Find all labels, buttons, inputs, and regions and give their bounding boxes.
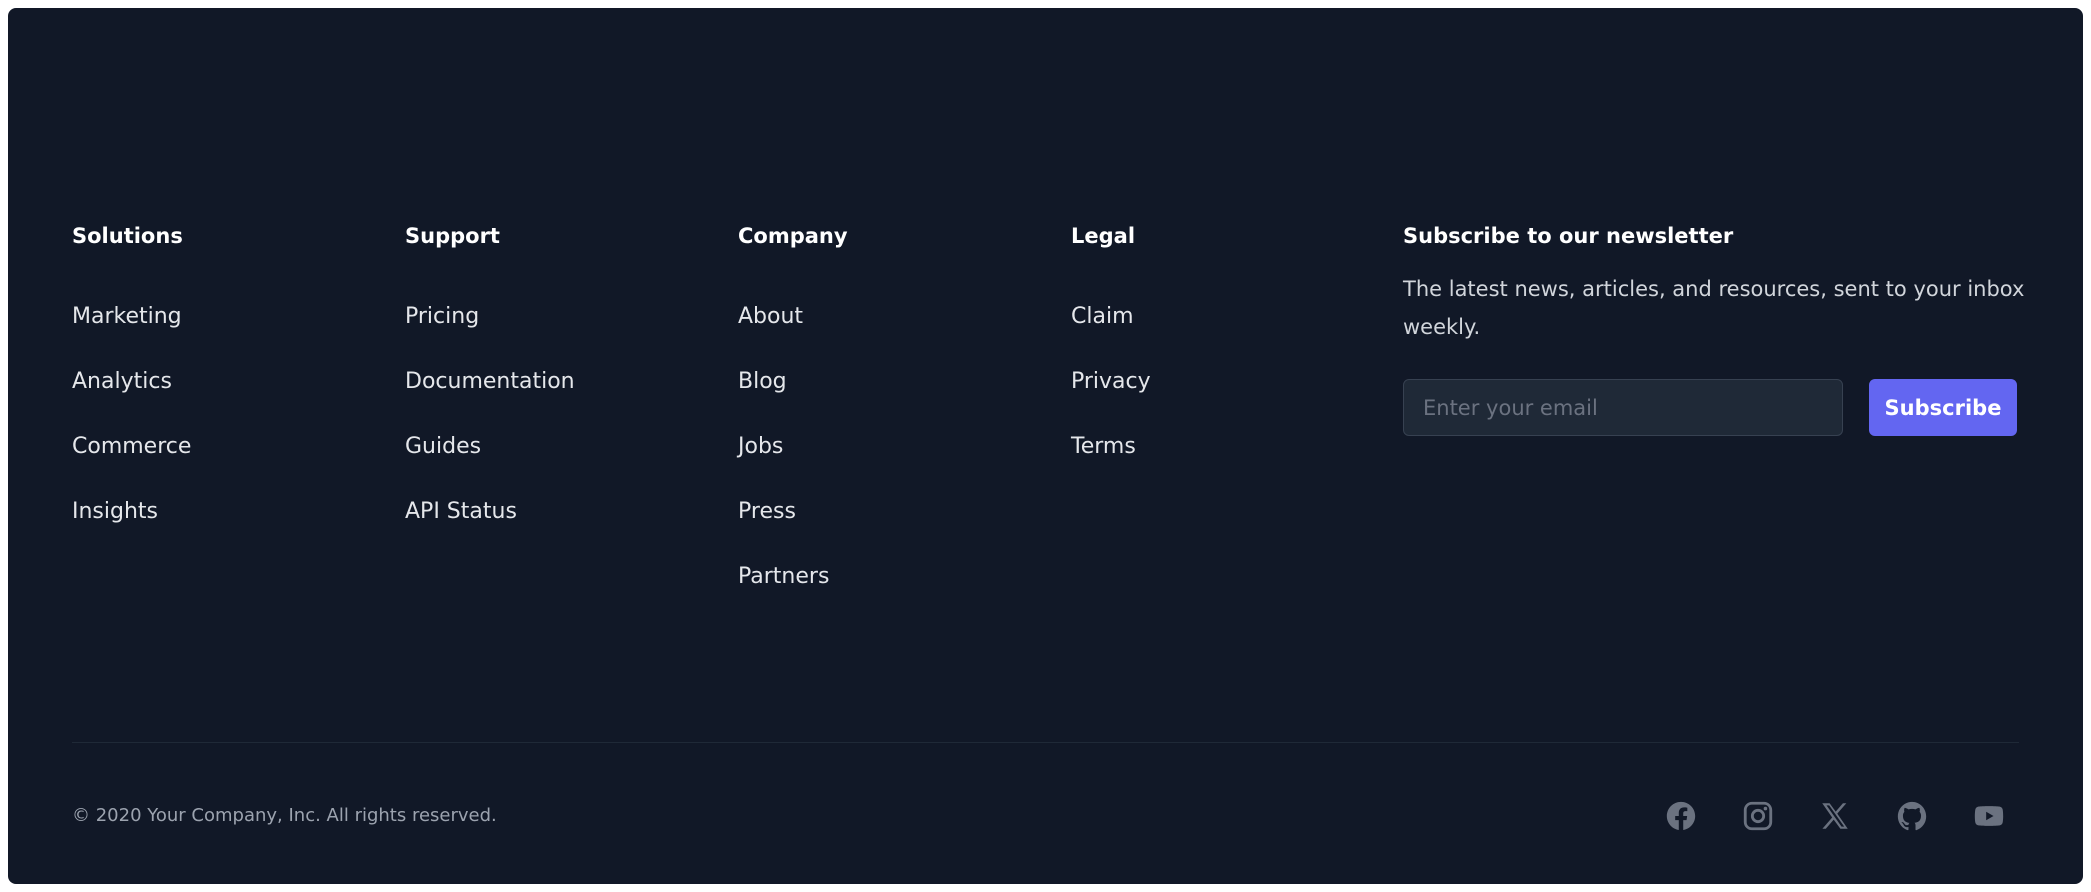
footer-link-text[interactable]: Insights bbox=[72, 499, 158, 524]
footer-link-pricing[interactable]: Pricing bbox=[405, 297, 575, 362]
footer-link-text[interactable]: Pricing bbox=[405, 304, 479, 329]
facebook-icon[interactable] bbox=[1661, 796, 1701, 836]
youtube-icon[interactable] bbox=[1969, 796, 2009, 836]
footer-link-text[interactable]: Analytics bbox=[72, 369, 172, 394]
footer-link-text[interactable]: Partners bbox=[738, 564, 829, 589]
footer-link-press[interactable]: Press bbox=[738, 492, 829, 557]
footer-link-text[interactable]: API Status bbox=[405, 499, 517, 524]
footer-link-text[interactable]: Privacy bbox=[1071, 369, 1151, 394]
footer-link-text[interactable]: Press bbox=[738, 499, 796, 524]
footer-link-text[interactable]: Claim bbox=[1071, 304, 1134, 329]
email-input[interactable] bbox=[1403, 379, 1843, 436]
footer-link-commerce[interactable]: Commerce bbox=[72, 427, 191, 492]
footer-link-documentation[interactable]: Documentation bbox=[405, 362, 575, 427]
footer-link-text[interactable]: Jobs bbox=[738, 434, 783, 459]
footer-link-text[interactable]: Blog bbox=[738, 369, 787, 394]
footer-heading-legal: Legal bbox=[1071, 224, 1136, 248]
footer-link-text[interactable]: Terms bbox=[1071, 434, 1136, 459]
footer-link-text[interactable]: Documentation bbox=[405, 369, 575, 394]
footer-link-text[interactable]: Marketing bbox=[72, 304, 182, 329]
subscribe-button[interactable]: Subscribe bbox=[1869, 379, 2017, 436]
instagram-icon[interactable] bbox=[1738, 796, 1778, 836]
footer-links-support: Pricing Documentation Guides API Status bbox=[405, 297, 575, 557]
footer-link-jobs[interactable]: Jobs bbox=[738, 427, 829, 492]
footer-link-text[interactable]: About bbox=[738, 304, 803, 329]
copyright-text: © 2020 Your Company, Inc. All rights res… bbox=[72, 805, 497, 826]
footer-heading-support: Support bbox=[405, 224, 500, 248]
footer-divider bbox=[72, 742, 2019, 743]
footer-link-api-status[interactable]: API Status bbox=[405, 492, 575, 557]
newsletter-description: The latest news, articles, and resources… bbox=[1403, 277, 2025, 339]
footer-link-marketing[interactable]: Marketing bbox=[72, 297, 191, 362]
footer-heading-solutions: Solutions bbox=[72, 224, 183, 248]
footer-heading-company: Company bbox=[738, 224, 848, 248]
footer-link-guides[interactable]: Guides bbox=[405, 427, 575, 492]
footer-link-analytics[interactable]: Analytics bbox=[72, 362, 191, 427]
footer-link-privacy[interactable]: Privacy bbox=[1071, 362, 1151, 427]
footer-link-terms[interactable]: Terms bbox=[1071, 427, 1151, 492]
newsletter-heading: Subscribe to our newsletter bbox=[1403, 224, 1734, 248]
footer-link-text[interactable]: Guides bbox=[405, 434, 481, 459]
site-footer: Solutions Marketing Analytics Commerce I… bbox=[8, 8, 2083, 884]
footer-links-company: About Blog Jobs Press Partners bbox=[738, 297, 829, 622]
footer-link-insights[interactable]: Insights bbox=[72, 492, 191, 557]
social-links bbox=[1661, 796, 2021, 836]
footer-link-about[interactable]: About bbox=[738, 297, 829, 362]
footer-link-blog[interactable]: Blog bbox=[738, 362, 829, 427]
x-icon[interactable] bbox=[1815, 796, 1855, 836]
footer-link-text[interactable]: Commerce bbox=[72, 434, 191, 459]
github-icon[interactable] bbox=[1892, 796, 1932, 836]
footer-link-partners[interactable]: Partners bbox=[738, 557, 829, 622]
footer-link-claim[interactable]: Claim bbox=[1071, 297, 1151, 362]
footer-links-solutions: Marketing Analytics Commerce Insights bbox=[72, 297, 191, 557]
footer-links-legal: Claim Privacy Terms bbox=[1071, 297, 1151, 492]
